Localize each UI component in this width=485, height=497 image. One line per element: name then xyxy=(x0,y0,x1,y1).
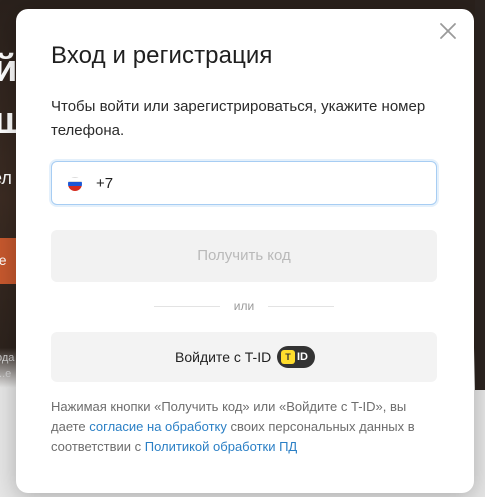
close-icon xyxy=(440,23,456,39)
tid-login-button[interactable]: Войдите с T-ID T ID xyxy=(51,332,437,382)
get-code-button[interactable]: Получить код xyxy=(51,230,437,282)
bg-button: ге xyxy=(0,238,16,284)
tid-button-label: Войдите с T-ID xyxy=(175,349,272,365)
privacy-policy-link[interactable]: Политикой обработки ПД xyxy=(145,439,297,454)
phone-input[interactable]: +7 xyxy=(51,161,437,205)
tid-badge-text: ID xyxy=(297,351,308,363)
login-modal: Вход и регистрация Чтобы войти или зарег… xyxy=(16,9,474,493)
russia-flag-icon xyxy=(68,177,82,191)
consent-link[interactable]: согласие на обработку xyxy=(89,419,227,434)
divider-left xyxy=(154,306,220,307)
bg-button-label: ге xyxy=(0,252,7,268)
tid-badge: T ID xyxy=(277,346,315,368)
legal-notice: Нажимая кнопки «Получить код» или «Войди… xyxy=(51,397,441,457)
bg-small-text-2: ...е xyxy=(0,368,12,380)
tid-logo-icon: T xyxy=(281,350,295,364)
bg-text-line: ел xyxy=(0,168,12,188)
or-separator: или xyxy=(233,299,255,313)
bg-small-text-1: ода xyxy=(0,352,15,364)
modal-subtitle: Чтобы войти или зарегистрироваться, укаж… xyxy=(51,98,426,139)
modal-title: Вход и регистрация xyxy=(51,42,273,69)
close-button[interactable] xyxy=(438,21,458,41)
divider-right xyxy=(268,306,334,307)
phone-prefix: +7 xyxy=(96,175,114,192)
bg-right-strip xyxy=(475,0,485,390)
bg-heading-line-1: й xyxy=(0,48,18,90)
